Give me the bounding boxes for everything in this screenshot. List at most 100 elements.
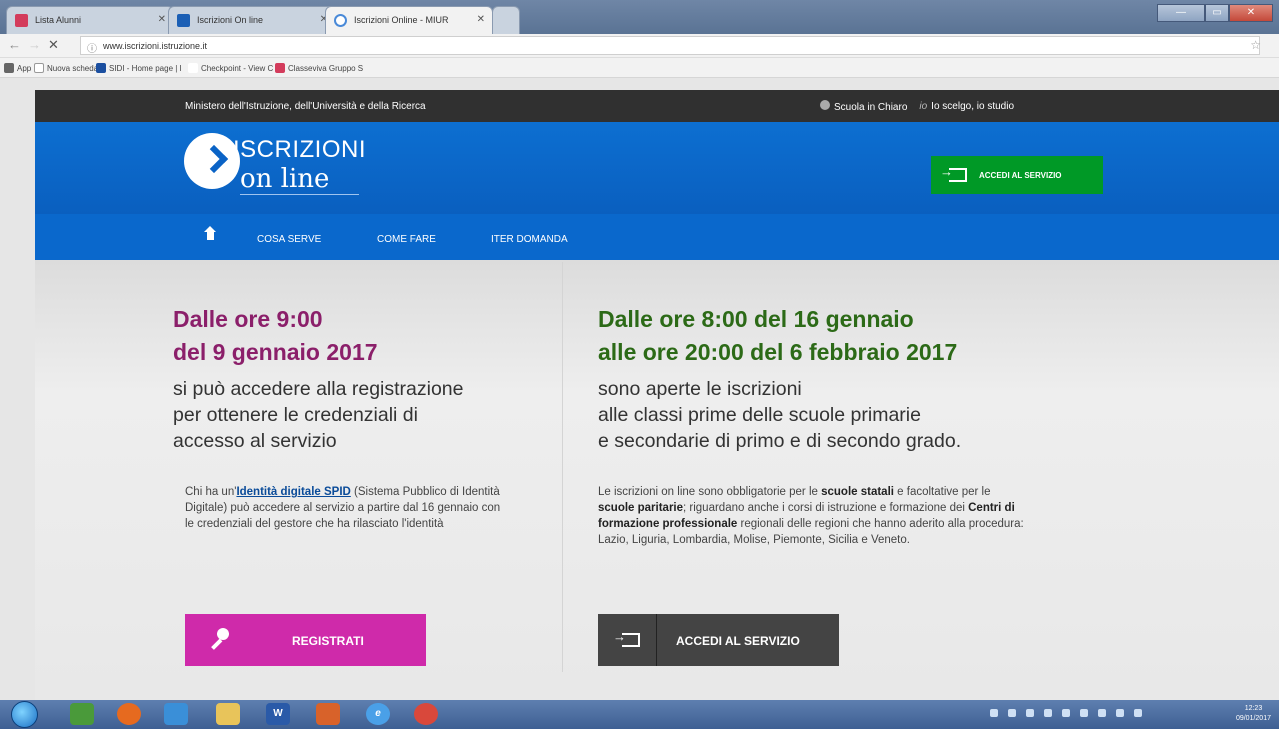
button-label: ACCEDI AL SERVIZIO	[676, 634, 800, 648]
heading-line: alle ore 20:00 del 6 febbraio 2017	[598, 339, 958, 365]
nav-cosa-serve[interactable]: COSA SERVE	[257, 234, 321, 245]
io-scelgo-link[interactable]: io Io scelgo, io studio	[919, 101, 1014, 112]
site-header: ISCRIZIONI on line ACCEDI AL SERVIZIO	[35, 122, 1279, 214]
bookmark-label: Classeviva Gruppo S	[288, 63, 364, 73]
logo-subtitle: on line	[240, 164, 360, 195]
bookmark-label: Nuova scheda	[47, 63, 99, 73]
registrati-button[interactable]: REGISTRATI	[185, 614, 426, 666]
apps-grid-icon	[4, 63, 14, 73]
close-icon[interactable]: ✕	[158, 14, 166, 25]
lista-alunni-favicon-icon	[15, 14, 28, 27]
text-line: alle classi prime delle scuole primarie	[598, 404, 921, 426]
minimize-button[interactable]: —	[1157, 4, 1205, 22]
bookmark-classeviva[interactable]: Classeviva Gruppo S	[275, 63, 363, 73]
text-line: e secondarie di primo e di secondo grado…	[598, 430, 962, 452]
button-label: ACCEDI AL SERVIZIO	[979, 170, 1062, 180]
tab-iscrizioni-on-line[interactable]: Iscrizioni On line ✕	[168, 6, 336, 34]
volume-icon[interactable]	[1116, 709, 1124, 717]
tab-iscrizioni-online-miur[interactable]: Iscrizioni Online - MIUR ✕	[325, 6, 493, 34]
page-icon	[34, 63, 44, 73]
ministry-bar: Ministero dell'Istruzione, dell'Universi…	[35, 90, 1279, 122]
key-icon	[205, 628, 229, 652]
heading-line: Dalle ore 8:00 del 16 gennaio	[598, 306, 914, 332]
word-icon[interactable]: W	[266, 703, 290, 725]
chrome-icon[interactable]	[414, 703, 438, 725]
iscrizioni-logo-icon[interactable]	[184, 133, 240, 189]
bookmark-nuova-scheda[interactable]: Nuova scheda	[34, 63, 98, 73]
tab-label: Iscrizioni Online - MIUR	[354, 15, 449, 25]
tray-icon[interactable]	[1044, 709, 1052, 717]
tray-icon[interactable]	[1080, 709, 1088, 717]
internet-explorer-icon[interactable]: e	[366, 703, 390, 725]
url-text: www.iscrizioni.istruzione.it	[103, 41, 208, 51]
nav-iter-domanda[interactable]: ITER DOMANDA	[491, 234, 568, 245]
bookmark-label: Checkpoint - View C	[201, 63, 274, 73]
column-divider	[562, 262, 563, 672]
bookmark-star-icon[interactable]: ☆	[1250, 38, 1261, 52]
forward-arrow-icon[interactable]: →	[28, 37, 41, 52]
bookmark-app[interactable]: App	[4, 63, 31, 73]
enrollment-text: sono aperte le iscrizioni alle classi pr…	[598, 376, 961, 454]
checkpoint-icon	[188, 63, 198, 73]
back-arrow-icon[interactable]: ←	[8, 37, 21, 52]
info-icon: ⓘ	[87, 44, 97, 55]
folder-icon[interactable]	[216, 703, 240, 725]
sign-in-icon	[613, 629, 640, 647]
note-text: ; riguardano anche i corsi di istruzione…	[683, 502, 969, 514]
flag-icon[interactable]	[1098, 709, 1106, 717]
registration-heading: Dalle ore 9:00 del 9 gennaio 2017	[173, 303, 378, 369]
registration-text: si può accedere alla registrazione per o…	[173, 376, 464, 454]
spid-note-text: Chi ha un'	[185, 486, 237, 498]
firefox-icon[interactable]	[117, 703, 141, 725]
close-icon[interactable]: ✕	[477, 14, 485, 25]
tray-icon[interactable]	[1008, 709, 1016, 717]
heading-line: del 9 gennaio 2017	[173, 339, 378, 365]
link-label: Scuola in Chiaro	[834, 102, 908, 113]
bookmark-checkpoint[interactable]: Checkpoint - View C	[188, 63, 273, 73]
loading-icon	[334, 14, 347, 27]
sidi-icon	[96, 63, 106, 73]
main-nav: COSA SERVE COME FARE ITER DOMANDA	[35, 214, 1279, 260]
note-bold: scuole statali	[821, 486, 894, 498]
stop-icon[interactable]: ✕	[48, 37, 59, 53]
accedi-servizio-header-button[interactable]: ACCEDI AL SERVIZIO	[931, 156, 1103, 194]
clock[interactable]: 12:23 09/01/2017	[1236, 704, 1271, 724]
window-controls: — ▭ ✕	[1157, 4, 1273, 24]
address-bar: ← → ✕ ⓘ www.iscrizioni.istruzione.it ☆	[0, 34, 1279, 58]
maximize-button[interactable]: ▭	[1205, 4, 1229, 22]
network-icon[interactable]	[1134, 709, 1142, 717]
browser-chrome: Lista Alunni ✕ Iscrizioni On line ✕ Iscr…	[0, 0, 1279, 78]
bookmark-label: SIDI - Home page | I	[109, 63, 182, 73]
sign-in-icon	[940, 164, 967, 182]
iscrizioni-favicon-icon	[177, 14, 190, 27]
spid-note: Chi ha un'Identità digitale SPID (Sistem…	[185, 484, 505, 532]
explorer-icon[interactable]	[70, 703, 94, 725]
tab-lista-alunni[interactable]: Lista Alunni ✕	[6, 6, 174, 34]
tray-icon[interactable]	[1062, 709, 1070, 717]
bookmarks-bar: App Nuova scheda SIDI - Home page | I Ch…	[0, 58, 1279, 78]
spid-link[interactable]: Identità digitale SPID	[236, 486, 350, 498]
window-icon[interactable]	[164, 703, 188, 725]
link-label: Io scelgo, io studio	[931, 101, 1014, 112]
close-window-button[interactable]: ✕	[1229, 4, 1273, 22]
logo-title: ISCRIZIONI	[233, 136, 367, 163]
tab-label: Iscrizioni On line	[197, 15, 264, 25]
system-tray	[990, 709, 1142, 717]
nav-come-fare[interactable]: COME FARE	[377, 234, 436, 245]
button-label: REGISTRATI	[292, 634, 364, 648]
url-input[interactable]: ⓘ www.iscrizioni.istruzione.it	[80, 36, 1260, 55]
bookmark-sidi[interactable]: SIDI - Home page | I	[96, 63, 182, 73]
note-text: Le iscrizioni on line sono obbligatorie …	[598, 486, 822, 498]
ministry-name[interactable]: Ministero dell'Istruzione, dell'Universi…	[185, 101, 426, 112]
scuola-in-chiaro-link[interactable]: Scuola in Chiaro	[820, 100, 907, 113]
location-pin-icon	[820, 100, 830, 110]
home-icon[interactable]	[204, 226, 216, 242]
powerpoint-icon[interactable]	[316, 703, 340, 725]
start-button[interactable]	[11, 701, 38, 728]
new-tab-button[interactable]	[492, 6, 520, 34]
tray-icon[interactable]	[1026, 709, 1034, 717]
accedi-servizio-button[interactable]: ACCEDI AL SERVIZIO	[598, 614, 839, 666]
note-bold: scuole paritarie	[598, 502, 684, 514]
text-line: si può accedere alla registrazione	[173, 378, 464, 400]
tray-icon[interactable]	[990, 709, 998, 717]
